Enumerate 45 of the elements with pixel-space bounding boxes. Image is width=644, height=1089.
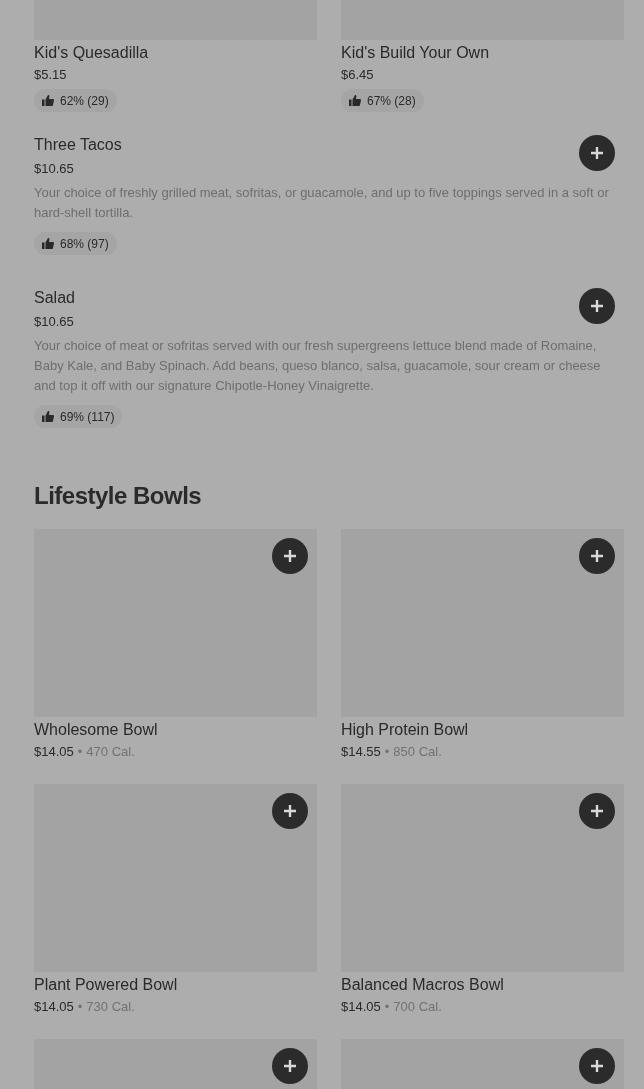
add-button[interactable] (579, 288, 615, 324)
item-calories: 700 Cal. (393, 998, 442, 1016)
rating-badge: 62% (29) (34, 89, 117, 112)
thumbs-up-icon (42, 411, 54, 422)
item-price: $10.65 (34, 313, 75, 331)
item-price: $6.45 (341, 66, 375, 84)
item-description: Your choice of freshly grilled meat, sofritas, or guacamole, and up to five toppings served in a soft or hard-shell tortilla. (34, 184, 610, 222)
item-title: Balanced Macros Bowl (341, 975, 505, 995)
item-calories: 730 Cal. (86, 998, 135, 1016)
item-title: Plant Powered Bowl (34, 975, 179, 995)
rating-badge: 68% (97) (34, 232, 117, 255)
item-price: $14.55 (341, 743, 381, 761)
plus-icon (590, 549, 604, 563)
thumbs-up-icon (349, 95, 361, 106)
item-price: $10.65 (34, 160, 75, 178)
item-description: Your choice of meat or sofritas served with our fresh supergreens lettuce blend made of Romaine, Baby Kale, and Baby Spinach. Add beans, queso blanco, salsa, guacamole, sour cream or cheese and top it off with our signature Chipotle-Honey Vinaigrette. (34, 337, 602, 395)
item-title: Wholesome Bowl (34, 720, 159, 740)
separator-dot: • (77, 998, 83, 1016)
item-price: $14.05 (34, 998, 74, 1016)
item-title: High Protein Bowl (341, 720, 470, 740)
item-price: $14.05 (341, 998, 381, 1016)
plus-icon (283, 1059, 297, 1073)
plus-icon (590, 1059, 604, 1073)
plus-icon (590, 146, 604, 160)
plus-icon (590, 299, 604, 313)
plus-icon (590, 804, 604, 818)
item-calories: 470 Cal. (86, 743, 135, 761)
item-calories: 850 Cal. (393, 743, 442, 761)
item-title: Kid's Quesadilla (34, 43, 150, 63)
item-price: $14.05 (34, 743, 74, 761)
add-button[interactable] (579, 135, 615, 171)
item-title: Three Tacos (34, 135, 122, 155)
rating-badge: 67% (28) (341, 89, 424, 112)
plus-icon (283, 549, 297, 563)
separator-dot: • (384, 998, 390, 1016)
item-price: $5.15 (34, 66, 68, 84)
item-title: Salad (34, 288, 75, 308)
plus-icon (283, 804, 297, 818)
section-heading: Lifestyle Bowls (34, 481, 203, 511)
separator-dot: • (384, 743, 390, 761)
rating-badge: 69% (117) (34, 405, 123, 428)
thumbs-up-icon (42, 238, 54, 249)
thumbs-up-icon (42, 95, 54, 106)
item-title: Kid's Build Your Own (341, 43, 491, 63)
separator-dot: • (77, 743, 83, 761)
